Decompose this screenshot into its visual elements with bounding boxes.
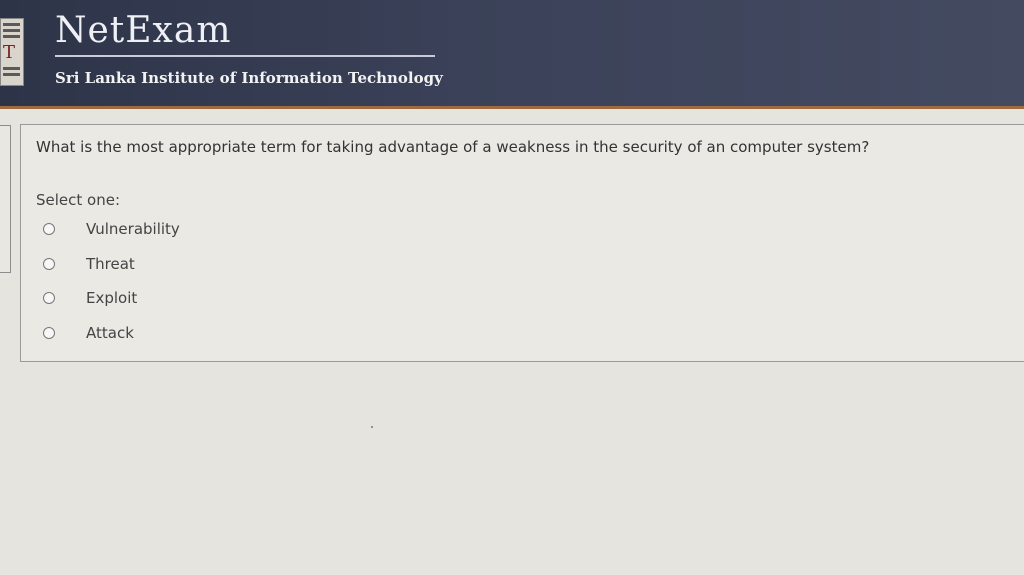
option-label: Exploit xyxy=(86,289,138,307)
radio-button[interactable] xyxy=(43,292,55,304)
radio-button[interactable] xyxy=(43,258,55,270)
site-header: T NetExam Sri Lanka Institute of Informa… xyxy=(0,0,1024,109)
option-label: Attack xyxy=(86,324,134,342)
brand-title: NetExam xyxy=(55,10,232,51)
brand-divider xyxy=(55,55,435,57)
option-label: Threat xyxy=(86,255,135,273)
option-attack[interactable]: Attack xyxy=(43,322,134,344)
option-label: Vulnerability xyxy=(86,220,180,238)
option-threat[interactable]: Threat xyxy=(43,253,135,275)
sliit-logo-icon: T xyxy=(0,18,24,86)
radio-button[interactable] xyxy=(43,223,55,235)
select-one-prompt: Select one: xyxy=(36,191,121,209)
institute-subtitle: Sri Lanka Institute of Information Techn… xyxy=(55,69,443,87)
question-text: What is the most appropriate term for ta… xyxy=(36,138,870,156)
option-vulnerability[interactable]: Vulnerability xyxy=(43,218,180,240)
question-card: What is the most appropriate term for ta… xyxy=(20,124,1024,362)
option-exploit[interactable]: Exploit xyxy=(43,287,137,309)
logo-letter: T xyxy=(3,42,16,63)
cursor-dot xyxy=(371,426,373,428)
question-info-tab[interactable] xyxy=(0,125,11,273)
radio-button[interactable] xyxy=(43,327,55,339)
